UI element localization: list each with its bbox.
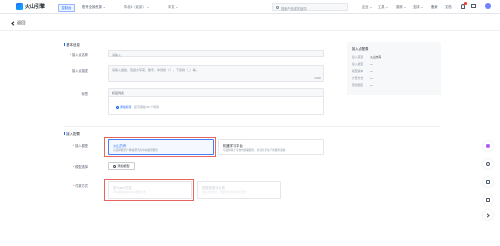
add-model-button[interactable]: + 添加模型 <box>108 162 135 170</box>
add-tag-hint: 还可添加 20 个标签 <box>134 105 160 109</box>
char-counter: 0/300 <box>314 77 322 80</box>
docs-link[interactable]: 文档 <box>445 4 452 9</box>
highlight-box <box>104 137 216 157</box>
ai-assistant-button[interactable] <box>483 141 493 151</box>
endpoint-summary-panel: 接入点配置 接入来源 火山方舟 接入模型 — 模型版本 — 计费方式 — 限流额… <box>347 42 441 95</box>
back-label: 返回 <box>17 20 26 25</box>
edit-icon <box>485 197 491 203</box>
model-source-label: *接入模型 <box>73 144 88 148</box>
summary-value: — <box>370 62 373 66</box>
icp-filing-link[interactable]: 备案 <box>431 4 438 9</box>
region-dropdown[interactable]: 华北2（北京） ⌄ <box>124 4 149 9</box>
tags-header-label: 标签列表 <box>112 91 125 95</box>
expand-toolbar-button[interactable] <box>483 210 493 220</box>
mail-icon[interactable] <box>471 4 476 8</box>
summary-key: 接入来源 <box>352 55 364 59</box>
notification-badge <box>464 2 467 5</box>
endpoint-desc-placeholder: 请输入描述，包括大写英、数字、中划线（-），下划线（_）等。 <box>112 67 199 72</box>
summary-key: 限流额度 <box>352 83 364 87</box>
summary-key: 接入模型 <box>352 62 364 66</box>
pay-method-label: *付费方式 <box>73 184 88 188</box>
tags-label: 标签 <box>81 92 88 96</box>
option-pay-by-unit[interactable]: 按模型单元计费 保证业务稳定，按模型单元的时长计费 <box>197 181 281 199</box>
endpoint-desc-textarea[interactable]: 请输入描述，包括大写英、数字、中划线（-），下划线（_）等。 0/300 <box>108 65 324 82</box>
search-icon <box>276 5 280 10</box>
basic-info-title: 基本信息 <box>64 42 80 47</box>
headset-icon <box>485 161 491 167</box>
summary-value: — <box>370 83 373 87</box>
plus-circle-icon: + <box>113 164 117 168</box>
tags-header: 标签列表 <box>109 89 323 97</box>
option-desc: 可选择基于平台内部署服务，并且共享生产的服务资源 <box>223 149 286 152</box>
summary-value: — <box>370 76 373 80</box>
endpoint-name-input[interactable]: 请输入 <box>108 50 324 57</box>
account-resources-dropdown[interactable]: 账号全部资源 ⌄ <box>82 4 105 9</box>
ai-assistant-icon <box>485 143 491 149</box>
endpoint-name-label: *接入点名称 <box>69 53 88 57</box>
summary-value: — <box>370 69 373 73</box>
endpoint-desc-label: 接入点描述 <box>72 69 88 73</box>
search-input[interactable]: 搜索产品或关键词 <box>281 6 307 11</box>
billing-menu[interactable]: 费用 ⌄ <box>396 4 406 9</box>
summary-value: 火山方舟 <box>370 55 382 59</box>
option-ml-platform[interactable]: 机器学习平台 可选择基于平台内部署服务，并且共享生产的服务资源 <box>218 139 324 155</box>
summary-key: 模型版本 <box>352 69 364 73</box>
plus-circle-icon: + <box>116 105 119 109</box>
tools-menu[interactable]: 工具 ⌄ <box>378 4 388 9</box>
logo-icon <box>16 3 23 10</box>
add-model-label: 添加模型 <box>117 164 130 168</box>
volcengine-logo[interactable]: 火山引擎 <box>16 3 45 10</box>
avatar[interactable] <box>485 3 491 10</box>
tags-panel: 标签列表 + 添加标签 还可添加 20 个标签 <box>108 88 324 115</box>
chevron-right-icon <box>485 212 490 218</box>
add-tag-link[interactable]: 添加标签 <box>120 105 132 109</box>
language-dropdown[interactable]: 中文 ⌄ <box>168 4 178 9</box>
header-divider <box>0 30 500 31</box>
access-config-title: 接入配置 <box>64 131 80 136</box>
back-button[interactable]: 返回 <box>11 20 26 26</box>
arrow-left-icon <box>11 20 16 26</box>
enterprise-menu[interactable]: 企业 ⌄ <box>362 4 372 9</box>
option-desc: 保证业务稳定，按模型单元的时长计费 <box>202 191 247 194</box>
console-tag[interactable]: 控制台 <box>58 3 75 12</box>
panel-title: 接入点配置 <box>352 46 369 51</box>
add-tag-row: + 添加标签 还可添加 20 个标签 <box>116 105 159 109</box>
support-button[interactable] <box>483 159 493 169</box>
endpoint-name-placeholder: 请输入 <box>112 52 122 57</box>
logo-text: 火山引擎 <box>25 4 46 10</box>
document-icon <box>485 179 491 185</box>
notes-button[interactable] <box>483 195 493 205</box>
highlight-box <box>104 179 194 201</box>
model-select-label: *模型选择 <box>73 165 88 169</box>
section-divider <box>64 126 440 127</box>
top-navigation-bar: 火山引擎 控制台 账号全部资源 ⌄ 华北2（北京） ⌄ 中文 ⌄ 搜索产品或关键… <box>0 0 500 14</box>
support-menu[interactable]: 支持 ⌄ <box>413 4 423 9</box>
global-search[interactable]: 搜索产品或关键词 <box>272 3 348 11</box>
summary-key: 计费方式 <box>352 76 364 80</box>
feedback-button[interactable] <box>483 177 493 187</box>
